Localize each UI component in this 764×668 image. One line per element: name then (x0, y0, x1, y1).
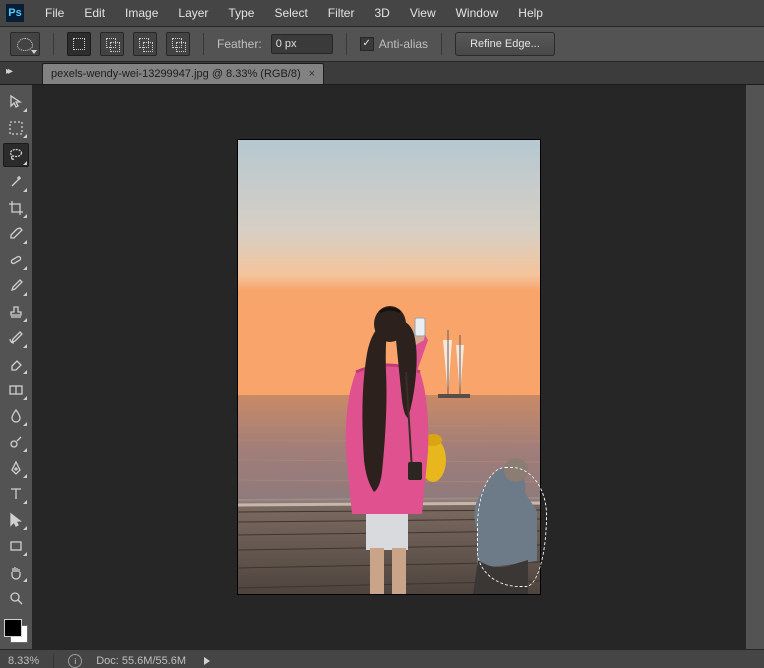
divider (346, 33, 347, 55)
work-area (0, 85, 764, 649)
document-tab-title: pexels-wendy-wei-13299947.jpg @ 8.33% (R… (51, 68, 301, 80)
status-menu-icon[interactable] (204, 657, 210, 665)
selection-new[interactable] (67, 32, 91, 56)
zoom-level[interactable]: 8.33% (8, 655, 39, 667)
divider (441, 33, 442, 55)
expand-panels-icon[interactable]: ▸▸ (6, 66, 10, 77)
color-swatches[interactable] (4, 619, 28, 643)
tool-history-brush[interactable] (4, 327, 28, 349)
close-tab-icon[interactable]: × (309, 68, 315, 80)
crop-icon (8, 200, 24, 216)
tool-brush[interactable] (4, 275, 28, 297)
menu-type[interactable]: Type (219, 0, 263, 26)
doc-size-value: 55.6M/55.6M (122, 655, 186, 667)
tool-rectangle[interactable] (4, 535, 28, 557)
tool-path-select[interactable] (4, 509, 28, 531)
type-icon (8, 486, 24, 502)
eyedropper-icon (8, 226, 24, 242)
selection-subtract[interactable] (133, 32, 157, 56)
move-icon (8, 94, 24, 110)
feather-input[interactable]: 0 px (271, 34, 333, 54)
tool-eyedropper[interactable] (4, 223, 28, 245)
foreground-color-swatch[interactable] (4, 619, 22, 637)
menu-view[interactable]: View (401, 0, 445, 26)
menu-edit[interactable]: Edit (75, 0, 114, 26)
doc-size-label: Doc: (96, 655, 119, 667)
selection-add[interactable] (100, 32, 124, 56)
tool-gradient[interactable] (4, 379, 28, 401)
tool-pen[interactable] (4, 457, 28, 479)
tool-dodge[interactable] (4, 431, 28, 453)
divider (203, 33, 204, 55)
tool-type[interactable] (4, 483, 28, 505)
anti-alias-checkbox[interactable]: Anti-alias (360, 37, 428, 51)
history-brush-icon (8, 330, 24, 346)
stamp-icon (8, 304, 24, 320)
options-bar: Feather: 0 px Anti-alias Refine Edge... (0, 27, 764, 62)
refine-edge-button[interactable]: Refine Edge... (455, 32, 555, 56)
tool-lasso[interactable] (3, 143, 29, 167)
dodge-icon (8, 434, 24, 450)
selection-outline (477, 467, 547, 587)
divider (53, 33, 54, 55)
arrow-icon (8, 512, 24, 528)
menu-bar: Ps File Edit Image Layer Type Select Fil… (0, 0, 764, 27)
menu-select[interactable]: Select (265, 0, 316, 26)
tool-zoom[interactable] (4, 587, 28, 609)
status-bar: 8.33% i Doc: 55.6M/55.6M (0, 649, 764, 668)
tool-hand[interactable] (4, 561, 28, 583)
tool-clone-stamp[interactable] (4, 301, 28, 323)
tools-panel (0, 85, 33, 649)
bandage-icon (8, 252, 24, 268)
menu-image[interactable]: Image (116, 0, 167, 26)
tool-blur[interactable] (4, 405, 28, 427)
menu-layer[interactable]: Layer (169, 0, 217, 26)
document-tab-strip: ▸▸ pexels-wendy-wei-13299947.jpg @ 8.33%… (0, 62, 764, 85)
menu-help[interactable]: Help (509, 0, 552, 26)
tool-marquee[interactable] (4, 117, 28, 139)
tool-crop[interactable] (4, 197, 28, 219)
right-panel-gutter[interactable] (745, 85, 764, 649)
feather-label: Feather: (217, 37, 262, 51)
canvas-area[interactable] (33, 85, 745, 649)
menu-window[interactable]: Window (447, 0, 508, 26)
menu-filter[interactable]: Filter (319, 0, 364, 26)
brush-icon (8, 278, 24, 294)
rectangle-icon (8, 538, 24, 554)
menu-3d[interactable]: 3D (365, 0, 398, 26)
anti-alias-label: Anti-alias (379, 37, 428, 51)
pen-icon (8, 460, 24, 476)
menu-file[interactable]: File (36, 0, 73, 26)
lasso-icon (17, 38, 33, 51)
tool-eraser[interactable] (4, 353, 28, 375)
document-tab[interactable]: pexels-wendy-wei-13299947.jpg @ 8.33% (R… (42, 63, 324, 84)
lasso-icon (8, 147, 24, 163)
tool-move[interactable] (4, 91, 28, 113)
tool-healing-brush[interactable] (4, 249, 28, 271)
eraser-icon (8, 356, 24, 372)
droplet-icon (8, 408, 24, 424)
current-tool-preset[interactable] (10, 32, 40, 56)
chevron-down-icon (31, 50, 37, 54)
info-icon[interactable]: i (68, 654, 82, 668)
zoom-icon (8, 590, 24, 606)
hand-icon (8, 564, 24, 580)
selection-intersect[interactable] (166, 32, 190, 56)
app-logo: Ps (6, 4, 24, 22)
tool-magic-wand[interactable] (4, 171, 28, 193)
marquee-icon (8, 120, 24, 136)
gradient-icon (8, 382, 24, 398)
checkbox-icon (360, 37, 374, 51)
magic-wand-icon (8, 174, 24, 190)
